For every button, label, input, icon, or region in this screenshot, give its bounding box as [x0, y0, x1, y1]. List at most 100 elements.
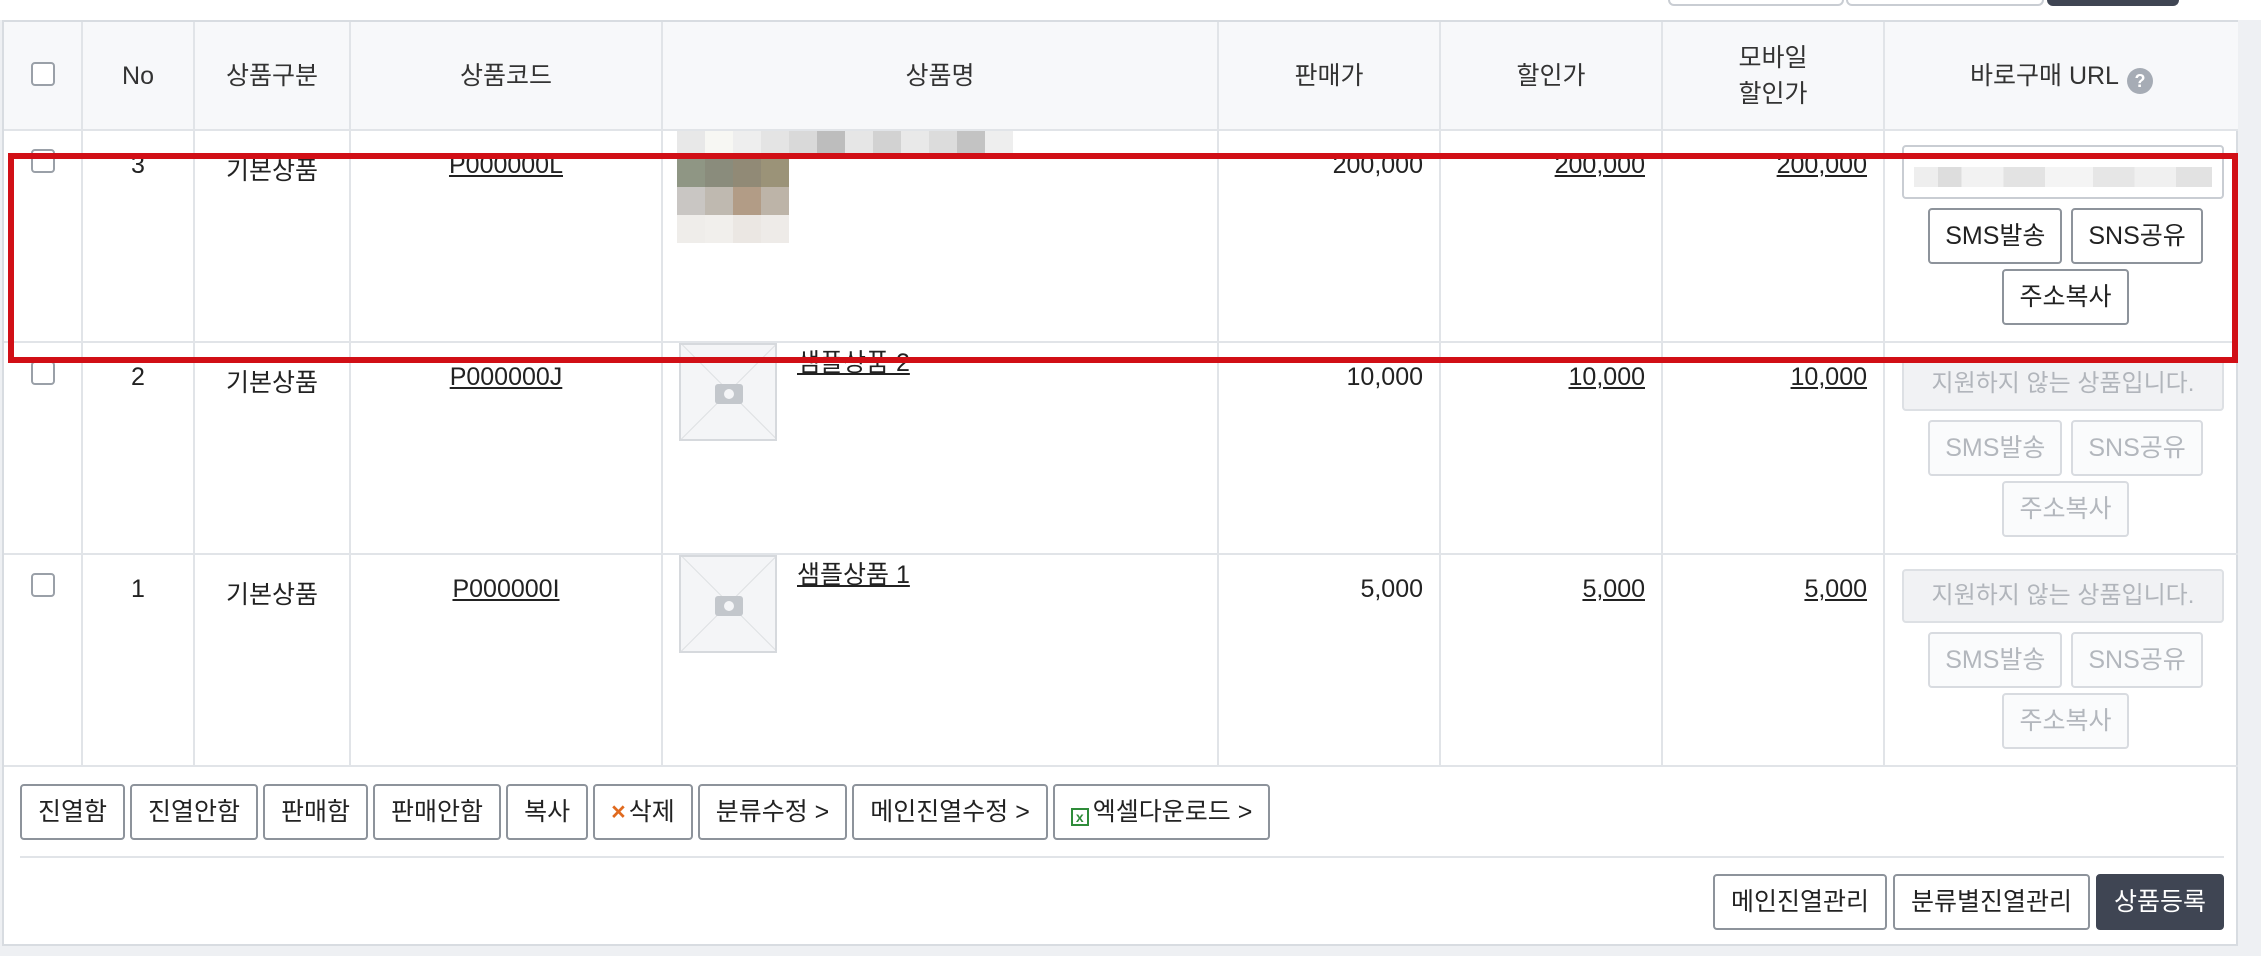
top-toolbar-strip [0, 0, 2261, 20]
buy-url-field[interactable] [1902, 145, 2224, 199]
delete-button[interactable]: × 삭제 [593, 784, 693, 840]
copy-url-button: 주소복사 [2002, 481, 2129, 537]
row-product-name-cell: 샘플상품 1 [661, 553, 1219, 767]
row-sale-price: 10,000 [1217, 341, 1441, 555]
sell-on-button[interactable]: 판매함 [263, 784, 369, 840]
header-buy-url: 바로구매 URL ? [1883, 22, 2238, 131]
product-list-panel: No 상품구분 상품코드 상품명 판매가 할인가 모바일 할인가 바로구매 UR… [2, 20, 2238, 946]
header-product-code: 상품코드 [349, 22, 663, 131]
row-product-type: 기본상품 [193, 341, 351, 555]
row-sale-price: 5,000 [1217, 553, 1441, 767]
mobile-discount-price-link[interactable]: 5,000 [1804, 575, 1867, 603]
product-code-link[interactable]: P000000L [449, 151, 563, 179]
product-name-link[interactable]: 샘플상품 1 [797, 555, 910, 591]
table-row: 3 기본상품 P000000L 200,000 200,000 200,000 … [4, 129, 2238, 343]
product-thumbnail-placeholder[interactable] [679, 343, 777, 441]
header-mobile-discount-price: 모바일 할인가 [1661, 22, 1885, 131]
row-buy-url-cell: 지원하지 않는 상품입니다. SMS발송 SNS공유 주소복사 [1883, 341, 2238, 555]
row-mobile-discount-cell: 5,000 [1661, 553, 1885, 767]
select-all-checkbox[interactable] [30, 61, 55, 86]
url-copy-row: 주소복사 [1886, 693, 2237, 749]
sms-send-button[interactable]: SMS발송 [1928, 208, 2063, 264]
row-buy-url-cell: SMS발송 SNS공유 주소복사 [1883, 129, 2238, 343]
header-product-name: 상품명 [661, 22, 1219, 131]
table-row: 2 기본상품 P000000J 샘플상품 2 10,000 10,000 10,… [4, 341, 2238, 555]
product-name-link[interactable]: 샘플상품 2 [797, 343, 910, 379]
top-toolbar-button-3[interactable] [2047, 0, 2179, 6]
sns-share-button[interactable]: SNS공유 [2071, 208, 2203, 264]
discount-price-link[interactable]: 5,000 [1582, 575, 1645, 603]
top-toolbar-button-2[interactable] [1846, 0, 2044, 6]
product-table: No 상품구분 상품코드 상품명 판매가 할인가 모바일 할인가 바로구매 UR… [4, 22, 2238, 767]
row-mobile-discount-cell: 200,000 [1661, 129, 1885, 343]
row-sale-price: 200,000 [1217, 129, 1441, 343]
row-checkbox[interactable] [30, 149, 55, 173]
row-buy-url-cell: 지원하지 않는 상품입니다. SMS발송 SNS공유 주소복사 [1883, 553, 2238, 767]
excel-icon: x [1070, 808, 1089, 826]
header-no: No [81, 22, 195, 131]
url-action-row: SMS발송 SNS공유 [1886, 632, 2237, 688]
row-discount-price-cell: 10,000 [1439, 341, 1663, 555]
row-no: 3 [81, 129, 195, 343]
header-product-type: 상품구분 [193, 22, 351, 131]
url-action-row: SMS발송 SNS공유 [1886, 208, 2237, 264]
discount-price-link[interactable]: 200,000 [1555, 151, 1645, 179]
copy-button[interactable]: 복사 [506, 784, 589, 840]
row-product-code-cell: P000000I [349, 553, 663, 767]
row-product-name-cell: 샘플상품 2 [661, 341, 1219, 555]
copy-url-button[interactable]: 주소복사 [2002, 269, 2129, 325]
delete-label: 삭제 [628, 798, 675, 826]
copy-url-button: 주소복사 [2002, 693, 2129, 749]
page-action-bar: 메인진열관리 분류별진열관리 상품등록 [1707, 874, 2224, 930]
row-product-code-cell: P000000L [349, 129, 663, 343]
url-action-row: SMS발송 SNS공유 [1886, 420, 2237, 476]
top-toolbar-button-1[interactable] [1668, 0, 1844, 6]
main-display-manage-button[interactable]: 메인진열관리 [1712, 874, 1887, 930]
row-discount-price-cell: 200,000 [1439, 129, 1663, 343]
help-icon[interactable]: ? [2126, 67, 2153, 94]
display-on-button[interactable]: 진열함 [20, 784, 126, 840]
sell-off-button[interactable]: 판매안함 [373, 784, 502, 840]
discount-price-link[interactable]: 10,000 [1569, 363, 1645, 391]
row-discount-price-cell: 5,000 [1439, 553, 1663, 767]
display-off-button[interactable]: 진열안함 [130, 784, 259, 840]
register-product-button[interactable]: 상품등록 [2095, 874, 2224, 930]
url-copy-row: 주소복사 [1886, 269, 2237, 325]
product-code-link[interactable]: P000000I [452, 575, 559, 603]
mobile-discount-price-link[interactable]: 200,000 [1777, 151, 1867, 179]
sns-share-button: SNS공유 [2071, 632, 2203, 688]
sns-share-button: SNS공유 [2071, 420, 2203, 476]
row-product-name-cell [661, 129, 1219, 343]
row-select-cell [4, 341, 83, 555]
bulk-action-bar: 진열함 진열안함 판매함 판매안함 복사 × 삭제 분류수정 > 메인진열수정 >… [20, 784, 1275, 840]
row-mobile-discount-cell: 10,000 [1661, 341, 1885, 555]
mobile-discount-price-link[interactable]: 10,000 [1791, 363, 1867, 391]
row-product-type: 기본상품 [193, 129, 351, 343]
table-header-row: No 상품구분 상품코드 상품명 판매가 할인가 모바일 할인가 바로구매 UR… [4, 22, 2238, 131]
buy-url-field: 지원하지 않는 상품입니다. [1902, 569, 2224, 623]
delete-icon: × [611, 798, 626, 826]
sms-send-button: SMS발송 [1928, 632, 2063, 688]
header-buy-url-label: 바로구매 URL [1970, 61, 2119, 90]
header-mobile-discount-line2: 할인가 [1738, 79, 1808, 108]
excel-download-button[interactable]: x 엑셀다운로드 > [1052, 784, 1271, 840]
category-edit-button[interactable]: 분류수정 > [697, 784, 848, 840]
row-no: 2 [81, 341, 195, 555]
sms-send-button: SMS발송 [1928, 420, 2063, 476]
header-sale-price: 판매가 [1217, 22, 1441, 131]
header-discount-price: 할인가 [1439, 22, 1663, 131]
category-display-manage-button[interactable]: 분류별진열관리 [1892, 874, 2090, 930]
row-no: 1 [81, 553, 195, 767]
product-code-link[interactable]: P000000J [450, 363, 563, 391]
table-row: 1 기본상품 P000000I 샘플상품 1 5,000 5,000 5,000… [4, 553, 2238, 767]
buy-url-blurred-value [1914, 167, 2212, 187]
row-checkbox[interactable] [30, 573, 55, 597]
footer-divider [20, 856, 2224, 858]
main-display-edit-button[interactable]: 메인진열수정 > [852, 784, 1048, 840]
row-checkbox[interactable] [30, 361, 55, 385]
camera-icon [715, 384, 743, 404]
camera-icon [715, 596, 743, 616]
row-product-code-cell: P000000J [349, 341, 663, 555]
product-thumbnail-placeholder[interactable] [679, 555, 777, 653]
header-mobile-discount-line1: 모바일 [1738, 43, 1808, 72]
